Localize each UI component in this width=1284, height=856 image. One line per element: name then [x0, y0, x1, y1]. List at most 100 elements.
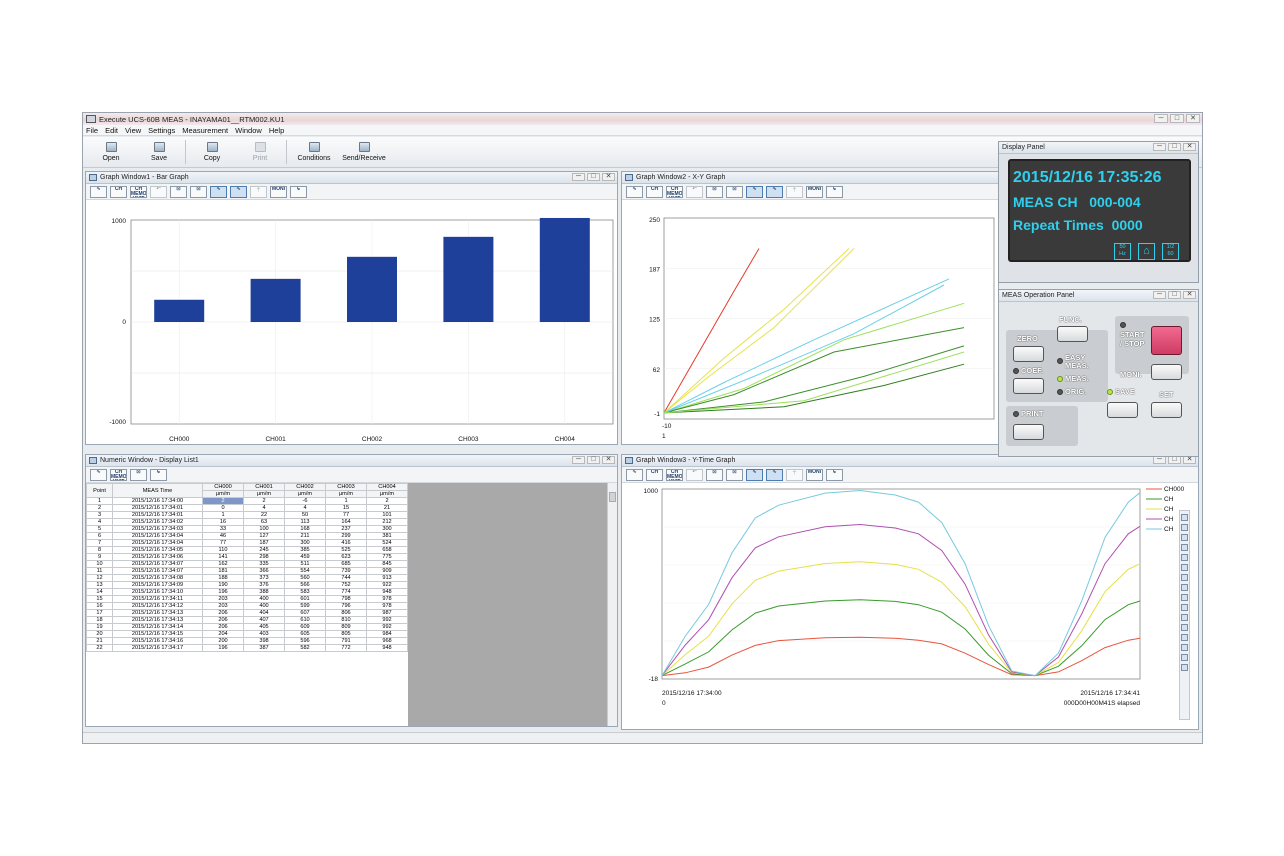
coef-button[interactable]: [1013, 378, 1044, 394]
value-cell[interactable]: 298: [243, 553, 285, 561]
value-cell[interactable]: 405: [243, 623, 285, 631]
time-cell[interactable]: 2015/12/16 17:34:15: [112, 630, 203, 638]
value-cell[interactable]: 63: [243, 518, 285, 526]
minimize-button[interactable]: ─: [1153, 456, 1166, 464]
zoom-box-button[interactable]: ⊡: [706, 185, 723, 198]
set-button[interactable]: [1151, 402, 1182, 418]
value-cell[interactable]: 511: [284, 560, 326, 568]
value-cell[interactable]: 387: [243, 644, 285, 652]
cursor-button[interactable]: ┼: [786, 185, 803, 198]
value-cell[interactable]: 211: [284, 532, 326, 540]
palette-tool-icon[interactable]: [1181, 584, 1188, 591]
undo-button[interactable]: ↶: [150, 185, 167, 198]
time-cell[interactable]: 2015/12/16 17:34:00: [112, 497, 203, 505]
point-cell[interactable]: 7: [86, 539, 113, 547]
value-cell[interactable]: 50: [284, 511, 326, 519]
maximize-button[interactable]: □: [1168, 143, 1181, 151]
value-cell[interactable]: 181: [202, 567, 244, 575]
value-cell[interactable]: 992: [366, 616, 408, 624]
point-cell[interactable]: 21: [86, 637, 113, 645]
value-cell[interactable]: 1: [325, 497, 367, 505]
ch-button[interactable]: CH: [646, 185, 663, 198]
value-cell[interactable]: 775: [366, 553, 408, 561]
ch-memo-unit-button[interactable]: CH MEMO UNIT: [666, 468, 683, 481]
value-cell[interactable]: 299: [325, 532, 367, 540]
time-cell[interactable]: 2015/12/16 17:34:02: [112, 518, 203, 526]
auto-scale-button[interactable]: ∿: [746, 468, 763, 481]
time-cell[interactable]: 2015/12/16 17:34:05: [112, 546, 203, 554]
value-cell[interactable]: 2: [202, 497, 244, 505]
value-cell[interactable]: 141: [202, 553, 244, 561]
start-stop-button[interactable]: [1151, 326, 1182, 355]
palette-tool-icon[interactable]: [1181, 524, 1188, 531]
palette-tool-icon[interactable]: [1181, 534, 1188, 541]
value-cell[interactable]: 4: [284, 504, 326, 512]
time-cell[interactable]: 2015/12/16 17:34:17: [112, 644, 203, 652]
value-cell[interactable]: 245: [243, 546, 285, 554]
value-cell[interactable]: 127: [243, 532, 285, 540]
value-cell[interactable]: 978: [366, 602, 408, 610]
menu-measurement[interactable]: Measurement: [182, 126, 228, 135]
value-cell[interactable]: 196: [202, 644, 244, 652]
auto-scale-button[interactable]: ∿: [746, 185, 763, 198]
maximize-button[interactable]: □: [587, 456, 600, 464]
value-cell[interactable]: 400: [243, 595, 285, 603]
point-cell[interactable]: 20: [86, 630, 113, 638]
cursor-button[interactable]: ┼: [250, 185, 267, 198]
time-cell[interactable]: 2015/12/16 17:34:08: [112, 574, 203, 582]
zoom-box-button[interactable]: ⊡: [170, 185, 187, 198]
value-cell[interactable]: 524: [366, 539, 408, 547]
ch-memo-unit-button[interactable]: CH MEMO UNIT: [130, 185, 147, 198]
value-cell[interactable]: 101: [366, 511, 408, 519]
time-cell[interactable]: 2015/12/16 17:34:12: [112, 602, 203, 610]
list-view-button[interactable]: ∿: [90, 468, 107, 481]
menu-view[interactable]: View: [125, 126, 141, 135]
value-cell[interactable]: 77: [325, 511, 367, 519]
palette-tool-icon[interactable]: [1181, 564, 1188, 571]
save-button[interactable]: [1107, 402, 1138, 418]
point-cell[interactable]: 15: [86, 595, 113, 603]
column-header-time[interactable]: MEAS Time: [112, 483, 203, 498]
time-cell[interactable]: 2015/12/16 17:34:04: [112, 539, 203, 547]
scrollbar-thumb[interactable]: [609, 492, 616, 502]
palette-tool-icon[interactable]: [1181, 624, 1188, 631]
value-cell[interactable]: 162: [202, 560, 244, 568]
point-cell[interactable]: 9: [86, 553, 113, 561]
value-cell[interactable]: 459: [284, 553, 326, 561]
value-cell[interactable]: 46: [202, 532, 244, 540]
close-button[interactable]: ✕: [1183, 143, 1196, 151]
conditions-button[interactable]: Conditions: [289, 137, 339, 167]
value-cell[interactable]: 416: [325, 539, 367, 547]
time-cell[interactable]: 2015/12/16 17:34:16: [112, 637, 203, 645]
value-cell[interactable]: 596: [284, 637, 326, 645]
ch-memo-unit-button[interactable]: CH MEMO UNIT: [666, 185, 683, 198]
moni-button[interactable]: MONI: [806, 468, 823, 481]
numeric-table-area[interactable]: Point MEAS Time CH000 CH001 CH002 CH003 CH004 μ…: [86, 483, 408, 726]
menu-edit[interactable]: Edit: [105, 126, 118, 135]
value-cell[interactable]: 113: [284, 518, 326, 526]
value-cell[interactable]: 987: [366, 609, 408, 617]
point-cell[interactable]: 18: [86, 616, 113, 624]
palette-tool-icon[interactable]: [1181, 654, 1188, 661]
time-cell[interactable]: 2015/12/16 17:34:01: [112, 504, 203, 512]
value-cell[interactable]: 554: [284, 567, 326, 575]
value-cell[interactable]: 2: [243, 497, 285, 505]
time-cell[interactable]: 2015/12/16 17:34:11: [112, 595, 203, 603]
moni-button[interactable]: [1151, 364, 1182, 380]
value-cell[interactable]: 922: [366, 581, 408, 589]
time-cell[interactable]: 2015/12/16 17:34:07: [112, 560, 203, 568]
value-cell[interactable]: 204: [202, 630, 244, 638]
value-cell[interactable]: 190: [202, 581, 244, 589]
point-cell[interactable]: 4: [86, 518, 113, 526]
value-cell[interactable]: 609: [284, 623, 326, 631]
palette-tool-icon[interactable]: [1181, 614, 1188, 621]
copy-button[interactable]: Copy: [188, 137, 236, 167]
value-cell[interactable]: 110: [202, 546, 244, 554]
time-cell[interactable]: 2015/12/16 17:34:04: [112, 532, 203, 540]
value-cell[interactable]: 685: [325, 560, 367, 568]
value-cell[interactable]: 206: [202, 616, 244, 624]
value-cell[interactable]: 16: [202, 518, 244, 526]
value-cell[interactable]: 385: [284, 546, 326, 554]
column-header-channel[interactable]: CH003: [325, 483, 367, 491]
value-cell[interactable]: 398: [243, 637, 285, 645]
